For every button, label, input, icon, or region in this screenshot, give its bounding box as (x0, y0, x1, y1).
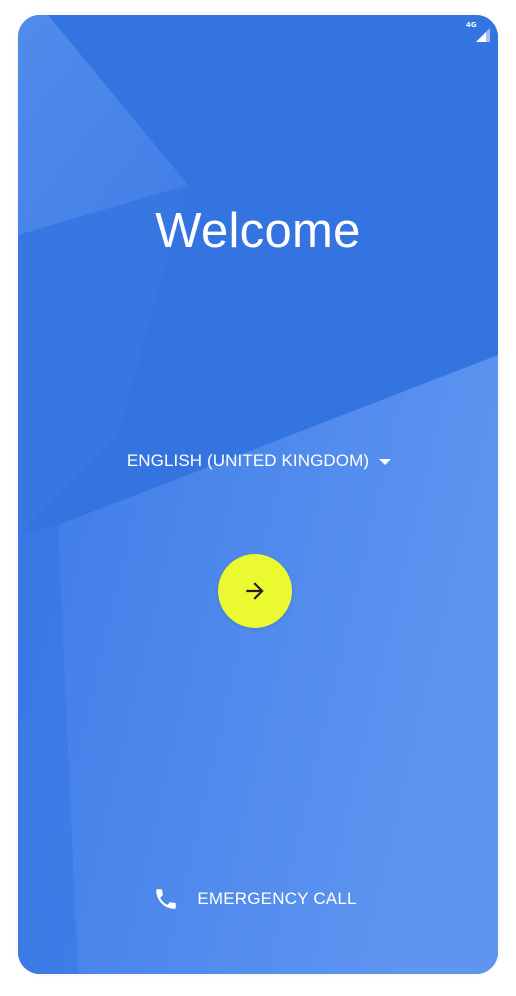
signal-icon (476, 28, 490, 42)
welcome-title: Welcome (155, 204, 361, 258)
next-button[interactable] (218, 554, 292, 628)
emergency-call-button[interactable]: EMERGENCY CALL (18, 885, 498, 913)
background-shapes (18, 15, 498, 974)
language-selector-label: ENGLISH (UNITED KINGDOM) (126, 451, 370, 470)
emergency-call-label: EMERGENCY CALL (197, 889, 357, 908)
caret-down-icon (379, 459, 392, 465)
setup-screen: 4G Welcome ENGLISH (UNITED KINGDOM) EMER… (18, 15, 498, 974)
arrow-right-icon (246, 582, 264, 600)
language-selector[interactable]: ENGLISH (UNITED KINGDOM) (18, 449, 498, 473)
status-bar: 4G (466, 20, 490, 42)
phone-icon (156, 889, 177, 909)
